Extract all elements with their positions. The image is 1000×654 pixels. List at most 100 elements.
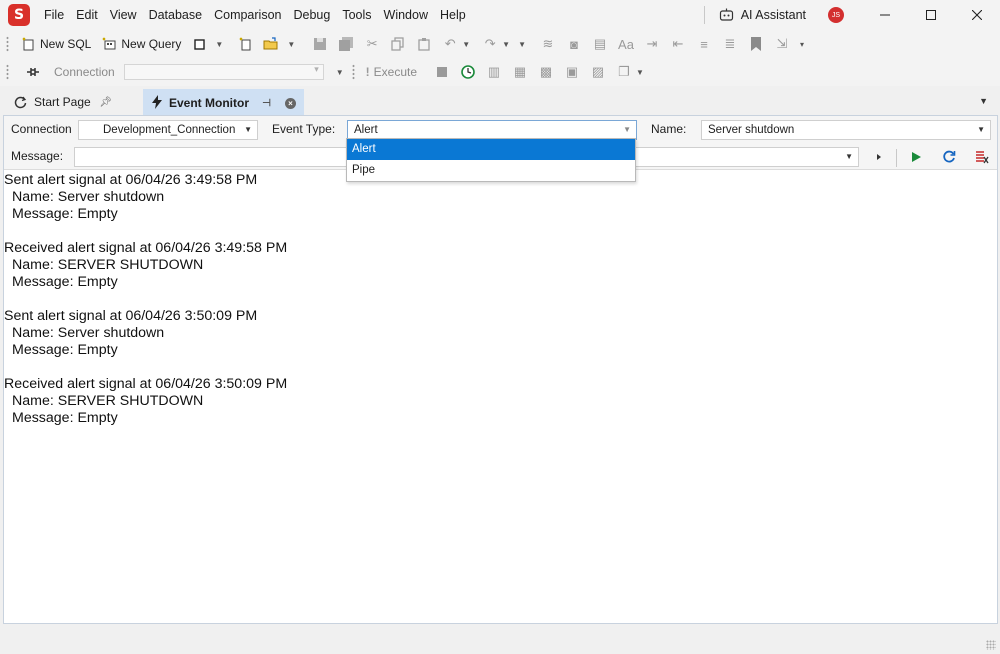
comment-icon[interactable]: ≡ [696, 36, 712, 52]
tab-start-page[interactable]: Start Page 📌︎ [4, 89, 142, 115]
name-select[interactable]: Server shutdown ▼ [701, 120, 991, 140]
new-query-icon [101, 36, 117, 52]
document-icon[interactable]: ▦ [512, 64, 528, 80]
name-field-label: Name: [651, 122, 687, 136]
robot-icon [719, 7, 735, 23]
chevron-down-icon[interactable]: ▼ [632, 68, 648, 77]
paste-icon[interactable] [416, 36, 432, 52]
event-type-field-label: Event Type: [272, 122, 336, 136]
tab-label: Event Monitor [169, 96, 249, 110]
text-case-icon[interactable]: Aa [618, 36, 634, 52]
open-folder-button[interactable]: ▼ [258, 33, 304, 55]
menu-file[interactable]: File [38, 0, 70, 30]
menu-database[interactable]: Database [143, 0, 209, 30]
chevron-down-icon[interactable]: ▼ [498, 40, 514, 49]
clear-log-button[interactable] [972, 147, 992, 167]
camera-icon[interactable]: ◙ [566, 36, 582, 52]
exclamation-icon: ! [365, 65, 370, 79]
execute-button[interactable]: ! Execute [361, 61, 422, 83]
align-icon[interactable]: ▤ [592, 36, 608, 52]
uncomment-icon[interactable]: ≣ [722, 36, 738, 52]
chevron-down-icon: ▼ [977, 125, 985, 134]
new-query-button[interactable]: New Query [96, 33, 186, 55]
user-avatar[interactable]: JS [828, 7, 844, 23]
new-document-button[interactable]: ▼ [186, 33, 232, 55]
stop-icon[interactable] [434, 64, 450, 80]
event-log-output[interactable]: Sent alert signal at 06/04/26 3:49:58 PM… [4, 172, 984, 444]
menu-window[interactable]: Window [378, 0, 434, 30]
standard-toolbar: New SQL New Query ▼ ▼ ✂ ↶ ▼ ↷ ▼ ▼ ≋ ◙ ▤ … [0, 30, 1000, 58]
menu-debug[interactable]: Debug [287, 0, 336, 30]
title-right-area: AI Assistant JS [698, 0, 1000, 30]
save-all-icon[interactable] [338, 36, 354, 52]
table-icon[interactable]: ▩ [538, 64, 554, 80]
log-entry-header: Sent alert signal at 06/04/26 3:50:09 PM [4, 308, 258, 324]
separator [703, 6, 705, 24]
indent-icon[interactable]: ⇥ [644, 36, 660, 52]
start-monitoring-button[interactable] [906, 147, 926, 167]
menu-help[interactable]: Help [434, 0, 472, 30]
play-small-icon [877, 154, 881, 160]
pin-horizontal-icon[interactable]: ⊣ [262, 98, 271, 109]
event-type-value: Alert [354, 124, 378, 136]
chart-icon[interactable]: ▥ [486, 64, 502, 80]
bookmark-next-icon[interactable]: ⇲ [774, 36, 790, 52]
undo-icon[interactable]: ↶ [442, 36, 458, 52]
menu-edit[interactable]: Edit [70, 0, 104, 30]
ai-assistant-button[interactable]: AI Assistant [711, 7, 814, 23]
close-tab-icon[interactable]: × [285, 97, 296, 109]
chevron-down-icon[interactable]: ▼ [458, 40, 474, 49]
tab-overflow-icon[interactable]: ▼ [979, 96, 988, 106]
bookmark-icon[interactable] [748, 36, 764, 52]
event-type-dropdown-list: Alert Pipe [346, 138, 636, 182]
toolbar-grip[interactable] [6, 36, 9, 52]
toolbar-grip [351, 64, 355, 80]
new-file-icon [237, 36, 253, 52]
refresh-button[interactable] [939, 147, 959, 167]
event-type-select[interactable]: Alert ▼ [347, 120, 637, 140]
toolbar-grip[interactable] [6, 64, 9, 80]
toolbar-overflow-icon[interactable]: ▾ [796, 40, 808, 49]
minimize-button[interactable] [862, 0, 908, 30]
menu-view[interactable]: View [104, 0, 143, 30]
resize-grip-icon[interactable] [986, 640, 996, 650]
log-entry-message: Message: Empty [12, 274, 118, 290]
image-icon[interactable]: ▨ [590, 64, 606, 80]
save-icon[interactable] [312, 36, 328, 52]
cut-icon[interactable]: ✂ [364, 36, 380, 52]
event-type-option-alert[interactable]: Alert [347, 139, 635, 160]
connection-select[interactable]: Development_Connection ▼ [78, 120, 258, 140]
send-button[interactable] [869, 147, 889, 167]
copy-icon[interactable] [390, 36, 406, 52]
app-logo-icon: S [8, 4, 30, 26]
event-type-option-pipe[interactable]: Pipe [347, 160, 635, 181]
tab-event-monitor[interactable]: Event Monitor ⊣ × [143, 89, 304, 115]
close-window-button[interactable] [954, 0, 1000, 30]
connection-toolbar: Connection ▼ ! Execute ▥ ▦ ▩ ▣ ▨ ❐ ▼ [0, 58, 1000, 86]
chevron-down-icon[interactable]: ▼ [283, 40, 299, 49]
format-icon[interactable]: ≋ [540, 36, 556, 52]
menu-tools[interactable]: Tools [336, 0, 377, 30]
pin-icon[interactable]: 📌︎ [99, 97, 112, 108]
open-file-button[interactable] [232, 33, 258, 55]
connection-combo[interactable] [123, 64, 324, 80]
history-icon[interactable] [460, 64, 476, 80]
chevron-down-icon[interactable]: ▼ [211, 40, 227, 49]
outdent-icon[interactable]: ⇤ [670, 36, 686, 52]
log-entry-message: Message: Empty [12, 342, 118, 358]
menu-comparison[interactable]: Comparison [208, 0, 287, 30]
menu-bar: File Edit View Database Comparison Debug… [38, 0, 472, 30]
toolbar-overflow-icon[interactable]: ▼ [514, 40, 530, 49]
connection-field-label: Connection [11, 122, 72, 136]
maximize-button[interactable] [908, 0, 954, 30]
chevron-down-icon[interactable]: ▼ [332, 68, 348, 77]
grid-icon[interactable]: ▣ [564, 64, 580, 80]
log-entry: Received alert signal at 06/04/26 3:50:0… [4, 376, 984, 427]
connection-label: Connection [54, 65, 115, 79]
title-bar: S File Edit View Database Comparison Deb… [0, 0, 1000, 30]
plug-icon[interactable] [25, 64, 41, 80]
redo-icon[interactable]: ↷ [482, 36, 498, 52]
copy-data-icon[interactable]: ❐ [616, 64, 632, 80]
new-sql-button[interactable]: New SQL [15, 33, 96, 55]
new-sql-label: New SQL [40, 37, 92, 51]
